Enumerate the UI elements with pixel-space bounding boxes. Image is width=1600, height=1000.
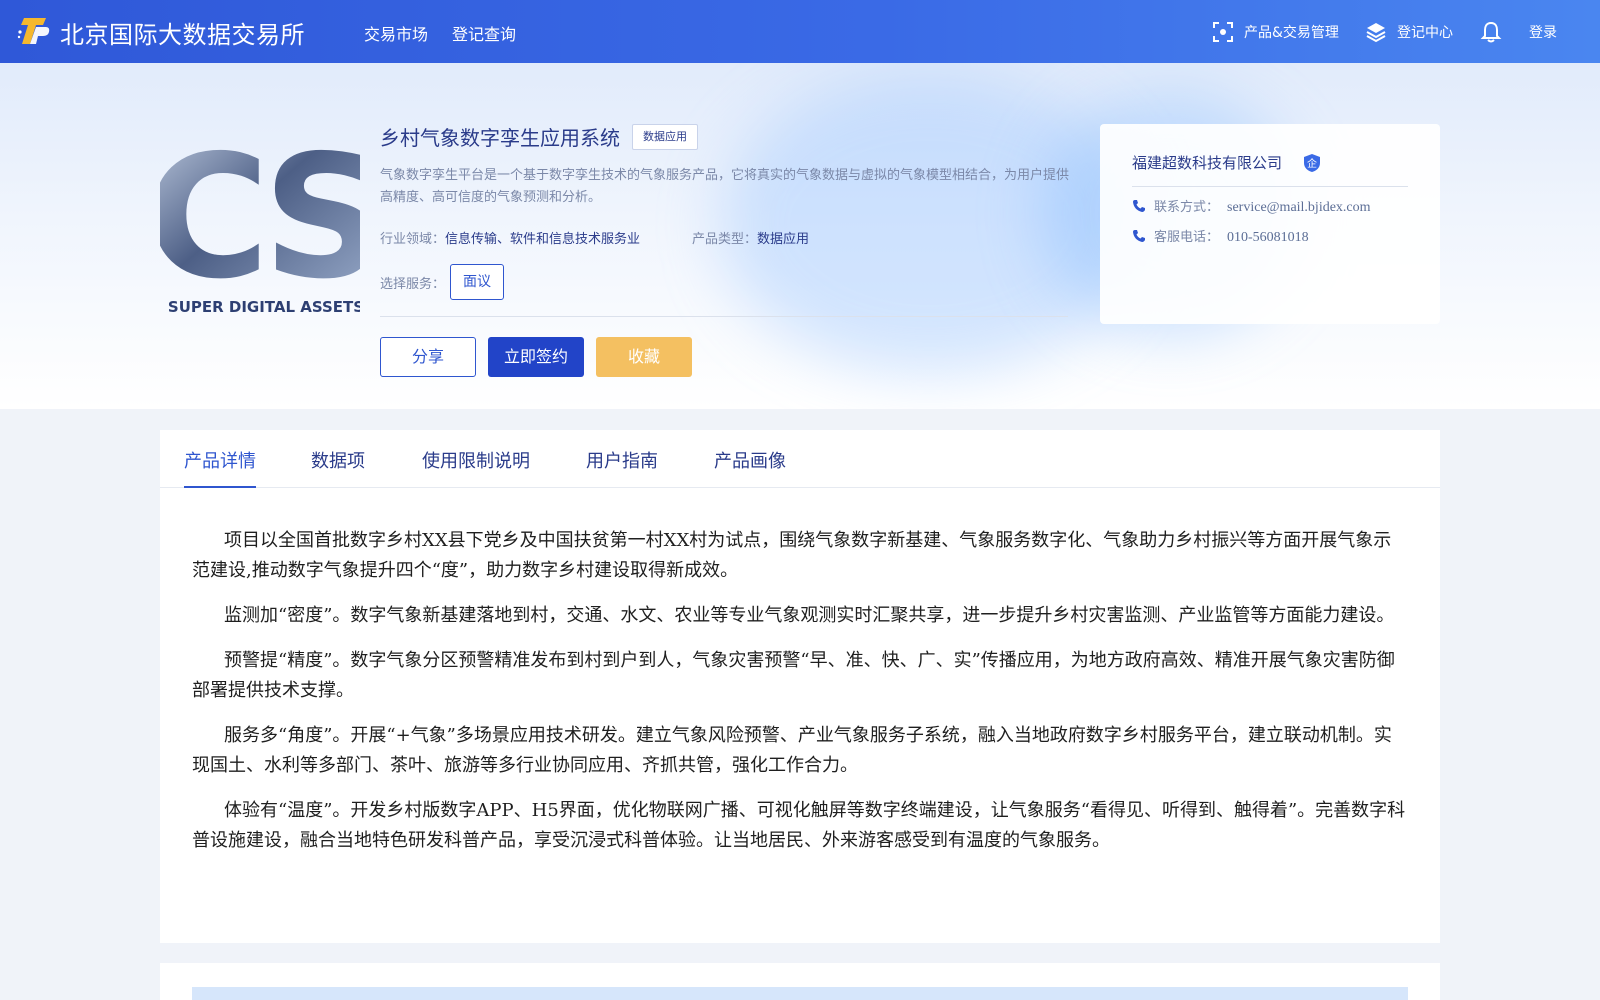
nav-trading-market[interactable]: 交易市场 — [364, 21, 428, 45]
service-phone-value: 010-56081018 — [1227, 230, 1309, 245]
next-section-card — [160, 963, 1440, 1000]
login-link[interactable]: 登录 — [1529, 22, 1557, 42]
phone-icon — [1133, 230, 1145, 242]
sign-now-button[interactable]: 立即签约 — [488, 337, 584, 377]
phone-icon — [1133, 200, 1145, 212]
detail-paragraph: 预警提“精度”。数字气象分区预警精准发布到村到户到人，气象灾害预警“早、准、快、… — [192, 650, 1395, 701]
divider — [1132, 186, 1408, 187]
tab-product-details[interactable]: 产品详情 — [184, 447, 256, 473]
site-name[interactable]: 北京国际大数据交易所 — [60, 15, 305, 50]
share-button[interactable]: 分享 — [380, 337, 476, 377]
favorite-button[interactable]: 收藏 — [596, 337, 692, 377]
tab-data-items[interactable]: 数据项 — [311, 447, 365, 473]
nav-registration-query[interactable]: 登记查询 — [452, 21, 516, 45]
company-card: 福建超数科技有限公司 企 联系方式： service@mail.bjidex.co… — [1100, 124, 1440, 324]
enterprise-badge-text: 企 — [1307, 157, 1317, 170]
product-detail-card: 产品详情 数据项 使用限制说明 用户指南 产品画像 项目以全国首批数字乡村XX县… — [160, 430, 1440, 943]
product-description: 气象数字孪生平台是一个基于数字孪生技术的气象服务产品，它将真实的气象数据与虚拟的… — [380, 168, 1070, 205]
detail-tabs: 产品详情 数据项 使用限制说明 用户指南 产品画像 — [160, 430, 1440, 488]
tab-product-portrait[interactable]: 产品画像 — [714, 447, 786, 473]
product-type-tag: 数据应用 — [632, 124, 698, 150]
tab-usage-restrictions[interactable]: 使用限制说明 — [422, 447, 530, 473]
service-label: 选择服务： — [380, 277, 446, 292]
detail-paragraph: 监测加“密度”。数字气象新基建落地到村，交通、水文、农业等专业气象观测实时汇聚共… — [224, 605, 1395, 626]
register-center-link[interactable]: 登记中心 — [1397, 22, 1453, 42]
enterprise-badge-icon: 企 — [1304, 154, 1320, 172]
detail-paragraph: 体验有“温度”。开发乡村版数字APP、H5界面，优化物联网广播、可视化触屏等数字… — [192, 800, 1406, 851]
product-type-label: 产品类型： — [692, 232, 758, 247]
detail-body: 项目以全国首批数字乡村XX县下党乡及中国扶贫第一村XX村为试点，围绕气象数字新基… — [192, 526, 1408, 871]
product-logo: CS SUPER DIGITAL ASSETS — [160, 130, 360, 317]
product-title: 乡村气象数字孪生应用系统 — [380, 126, 620, 150]
detail-paragraph: 服务多“角度”。开展“+气象”多场景应用技术研发。建立气象风险预警、产业气象服务… — [192, 725, 1392, 776]
industry-field: 行业领域：信息传输、软件和信息技术服务业 — [380, 228, 640, 247]
contact-row-phone: 客服电话： 010-56081018 — [1132, 226, 1309, 246]
section-header-strip — [192, 987, 1408, 1000]
product-type-value: 数据应用 — [757, 232, 810, 247]
company-name[interactable]: 福建超数科技有限公司 — [1132, 152, 1282, 173]
product-type-field: 产品类型：数据应用 — [692, 228, 809, 247]
tab-user-guide[interactable]: 用户指南 — [586, 447, 658, 473]
contact-email[interactable]: service@mail.bjidex.com — [1227, 200, 1371, 215]
logo-caption: SUPER DIGITAL ASSETS — [168, 298, 360, 316]
divider — [380, 316, 1068, 317]
logo-letters: CS — [160, 130, 360, 317]
service-option-negotiable[interactable]: 面议 — [450, 264, 504, 300]
layers-icon — [1366, 23, 1386, 43]
site-logo-icon[interactable] — [16, 14, 52, 48]
scan-icon — [1213, 22, 1233, 42]
top-header: 北京国际大数据交易所 交易市场 登记查询 产品&交易管理 登记中心 登录 — [0, 0, 1600, 63]
product-trade-management-link[interactable]: 产品&交易管理 — [1244, 22, 1339, 42]
active-tab-indicator — [184, 486, 256, 488]
contact-row-email: 联系方式： service@mail.bjidex.com — [1132, 196, 1371, 216]
industry-label: 行业领域： — [380, 232, 446, 247]
service-phone-label: 客服电话： — [1154, 230, 1220, 245]
industry-value: 信息传输、软件和信息技术服务业 — [445, 232, 641, 247]
contact-label: 联系方式： — [1154, 200, 1220, 215]
bell-icon[interactable] — [1480, 20, 1502, 44]
detail-paragraph: 项目以全国首批数字乡村XX县下党乡及中国扶贫第一村XX村为试点，围绕气象数字新基… — [192, 530, 1392, 581]
